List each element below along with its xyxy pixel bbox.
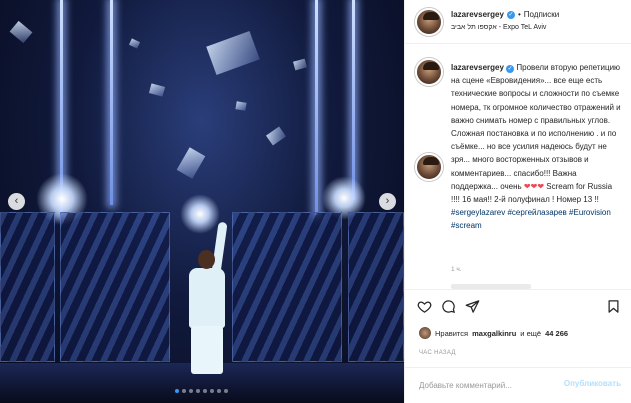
performer	[198, 250, 215, 269]
carousel-dot	[203, 389, 207, 393]
carousel-dot	[224, 389, 228, 393]
verified-icon: ✓	[506, 10, 515, 19]
hashtag-link[interactable]: #scream	[451, 221, 482, 230]
caption-text: Провели вторую репетицию на сцене «Евров…	[451, 63, 621, 191]
glass-shard	[128, 38, 141, 49]
carousel-dot	[175, 389, 179, 393]
verified-icon: ✓	[506, 65, 515, 73]
comments-list[interactable]: lazarevsergey ✓ Провели вторую репетицию…	[405, 44, 631, 289]
post-timestamp: ЧАС НАЗАД	[419, 350, 456, 356]
add-comment-bar: Опубликовать	[405, 367, 631, 403]
glass-shard	[176, 147, 206, 179]
performer	[211, 221, 228, 275]
caption-username[interactable]: lazarevsergey	[451, 63, 504, 72]
avatar[interactable]	[415, 153, 443, 181]
location-link[interactable]: אקספו תל אביב - Expo TeL Aviv	[451, 24, 546, 31]
heart-icon[interactable]	[417, 299, 432, 314]
post-caption: lazarevsergey ✓ Провели вторую репетицию…	[451, 61, 621, 233]
carousel-dot	[196, 389, 200, 393]
hashtag-link[interactable]: #Eurovision	[569, 208, 611, 217]
glass-shard	[293, 58, 307, 71]
bookmark-icon[interactable]	[606, 299, 621, 314]
led-screen	[232, 212, 342, 362]
carousel-dot	[182, 389, 186, 393]
heart-emoji: ❤❤❤	[523, 181, 545, 191]
carousel-dots	[175, 389, 228, 393]
post-header: lazarevsergey ✓ • Подписки אקספו תל אביב…	[405, 0, 631, 44]
avatar[interactable]	[415, 58, 443, 86]
likes-prefix: Нравится	[435, 328, 469, 338]
glass-shard	[9, 20, 33, 44]
led-screen	[0, 212, 55, 362]
glass-shard	[148, 83, 166, 97]
separator: •	[517, 10, 521, 19]
light-beam	[110, 0, 113, 205]
avatar	[419, 327, 431, 339]
comment-icon[interactable]	[441, 299, 456, 314]
chevron-left-icon[interactable]: ‹	[8, 193, 25, 210]
carousel-dot	[210, 389, 214, 393]
likes-summary: Нравится maxgalkinru и ещё 44 266	[419, 327, 568, 339]
avatar[interactable]	[415, 8, 443, 36]
glass-shard	[266, 126, 286, 146]
caption-time: 1 ч.	[451, 266, 462, 273]
hashtag-link[interactable]: #сергейлазарев	[507, 208, 566, 217]
carousel-dot	[217, 389, 221, 393]
carousel-dot	[189, 389, 193, 393]
post-photo[interactable]: ‹ ›	[0, 0, 404, 403]
chevron-right-icon[interactable]: ›	[379, 193, 396, 210]
liker-username[interactable]: maxgalkinru	[472, 329, 516, 338]
follow-button[interactable]: Подписки	[524, 10, 559, 19]
led-screen	[60, 212, 170, 362]
likes-middle: и ещё	[520, 328, 542, 338]
comment-input[interactable]	[419, 378, 559, 392]
publish-button[interactable]: Опубликовать	[564, 379, 621, 388]
header-user: lazarevsergey ✓ • Подписки	[451, 10, 559, 19]
performer	[191, 326, 223, 374]
performer	[189, 268, 225, 328]
spotlight	[180, 194, 220, 234]
post-sidebar: lazarevsergey ✓ • Подписки אקספו תל אביב…	[404, 0, 631, 403]
light-beam	[352, 0, 355, 200]
led-screen	[348, 212, 404, 362]
action-bar	[405, 289, 631, 325]
likes-count[interactable]: 44 266	[545, 329, 568, 338]
glass-shard	[235, 101, 247, 111]
username-link[interactable]: lazarevsergey	[451, 10, 504, 19]
glass-shard	[206, 31, 260, 75]
hashtag-link[interactable]: #sergeylazarev	[451, 208, 505, 217]
light-beam	[315, 0, 318, 215]
share-icon[interactable]	[465, 299, 480, 314]
